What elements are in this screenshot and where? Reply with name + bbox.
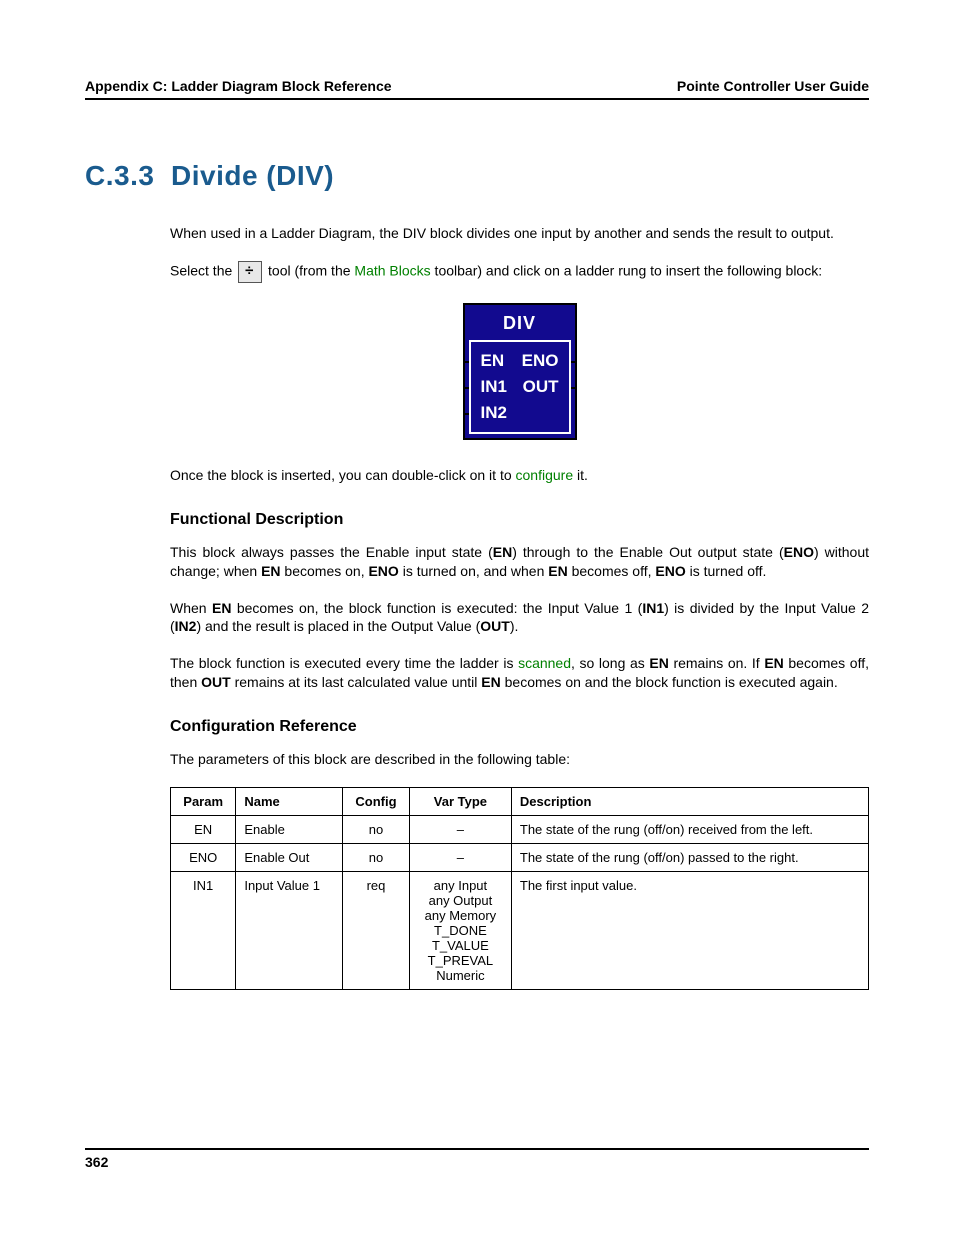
block-body: EN ENO IN1 OUT IN2: [469, 340, 571, 434]
cell-param: EN: [171, 816, 236, 844]
bold-in2: IN2: [175, 618, 197, 634]
bold-in1: IN1: [642, 600, 664, 616]
cell-desc: The state of the rung (off/on) received …: [511, 816, 868, 844]
bold-eno: ENO: [655, 563, 685, 579]
table-header-row: Param Name Config Var Type Description: [171, 788, 869, 816]
page-number: 362: [85, 1154, 108, 1170]
section-title: C.3.3 Divide (DIV): [85, 160, 869, 192]
table-row: ENOEnable Outno–The state of the rung (o…: [171, 844, 869, 872]
text: The block function is executed every tim…: [170, 655, 518, 671]
block-title: DIV: [469, 309, 571, 340]
config-intro: The parameters of this block are describ…: [170, 750, 869, 769]
pin-right-icon: [571, 387, 577, 389]
cell-desc: The first input value.: [511, 872, 868, 990]
cell-config: no: [343, 816, 410, 844]
text: ) through to the Enable Out output state…: [512, 544, 783, 560]
parameters-table: Param Name Config Var Type Description E…: [170, 787, 869, 990]
pin-label: OUT: [523, 377, 559, 397]
th-config: Config: [343, 788, 410, 816]
pin-left-icon: [463, 387, 469, 389]
text: When: [170, 600, 212, 616]
cell-vartype: –: [409, 844, 511, 872]
func-para-3: The block function is executed every tim…: [170, 654, 869, 692]
text: becomes on,: [281, 563, 369, 579]
bold-out: OUT: [201, 674, 231, 690]
configure-link[interactable]: configure: [516, 467, 574, 483]
th-name: Name: [236, 788, 343, 816]
text: it.: [573, 467, 588, 483]
text: toolbar) and click on a ladder rung to i…: [431, 263, 822, 279]
table-row: IN1Input Value 1reqany Inputany Outputan…: [171, 872, 869, 990]
block-row-1: EN ENO: [475, 348, 565, 374]
func-para-2: When EN becomes on, the block function i…: [170, 599, 869, 637]
pin-label: IN2: [481, 403, 507, 423]
text: is turned on, and when: [399, 563, 548, 579]
bold-en: EN: [649, 655, 668, 671]
block-row-2: IN1 OUT: [475, 374, 565, 400]
div-block-diagram: DIV EN ENO IN1 OUT: [170, 303, 869, 440]
header-right: Pointe Controller User Guide: [677, 78, 869, 94]
text: This block always passes the Enable inpu…: [170, 544, 493, 560]
page-footer: 362: [85, 1148, 869, 1170]
cell-name: Input Value 1: [236, 872, 343, 990]
section-number: C.3.3: [85, 160, 154, 191]
divide-tool-icon: [238, 261, 262, 283]
text: Select the: [170, 263, 236, 279]
table-row: ENEnableno–The state of the rung (off/on…: [171, 816, 869, 844]
text: remains on. If: [669, 655, 764, 671]
th-desc: Description: [511, 788, 868, 816]
block-outer: DIV EN ENO IN1 OUT: [463, 303, 577, 440]
text: ) and the result is placed in the Output…: [196, 618, 480, 634]
bold-en: EN: [261, 563, 280, 579]
cell-param: ENO: [171, 844, 236, 872]
bold-out: OUT: [480, 618, 510, 634]
text: becomes off,: [568, 563, 656, 579]
cell-desc: The state of the rung (off/on) passed to…: [511, 844, 868, 872]
section-name: Divide (DIV): [171, 160, 334, 191]
cell-config: req: [343, 872, 410, 990]
select-paragraph: Select the tool (from the Math Blocks to…: [170, 261, 869, 283]
th-param: Param: [171, 788, 236, 816]
bold-en: EN: [212, 600, 231, 616]
text: ).: [510, 618, 519, 634]
text: Once the block is inserted, you can doub…: [170, 467, 516, 483]
text: tool (from the: [264, 263, 354, 279]
cell-config: no: [343, 844, 410, 872]
bold-en: EN: [481, 674, 500, 690]
pin-right-icon: [571, 361, 577, 363]
bold-eno: ENO: [368, 563, 398, 579]
text: remains at its last calculated value unt…: [231, 674, 482, 690]
bold-en: EN: [493, 544, 512, 560]
pin-label: IN1: [481, 377, 507, 397]
text: , so long as: [571, 655, 649, 671]
page-header: Appendix C: Ladder Diagram Block Referen…: [85, 78, 869, 100]
configuration-reference-heading: Configuration Reference: [170, 718, 869, 736]
cell-param: IN1: [171, 872, 236, 990]
text: becomes on and the block function is exe…: [501, 674, 838, 690]
bold-en: EN: [548, 563, 567, 579]
pin-label: ENO: [522, 351, 559, 371]
intro-paragraph: When used in a Ladder Diagram, the DIV b…: [170, 224, 869, 243]
block-row-3: IN2: [475, 400, 565, 426]
scanned-link[interactable]: scanned: [518, 655, 571, 671]
pin-label: EN: [481, 351, 505, 371]
bold-eno: ENO: [784, 544, 814, 560]
th-vartype: Var Type: [409, 788, 511, 816]
cell-name: Enable: [236, 816, 343, 844]
pin-left-icon: [463, 413, 469, 415]
cell-vartype: any Inputany Outputany MemoryT_DONET_VAL…: [409, 872, 511, 990]
functional-description-heading: Functional Description: [170, 511, 869, 529]
func-para-1: This block always passes the Enable inpu…: [170, 543, 869, 581]
cell-vartype: –: [409, 816, 511, 844]
header-left: Appendix C: Ladder Diagram Block Referen…: [85, 78, 392, 94]
pin-left-icon: [463, 361, 469, 363]
after-block-paragraph: Once the block is inserted, you can doub…: [170, 466, 869, 485]
cell-name: Enable Out: [236, 844, 343, 872]
math-blocks-link[interactable]: Math Blocks: [354, 263, 430, 279]
bold-en: EN: [764, 655, 783, 671]
text: becomes on, the block function is execut…: [231, 600, 642, 616]
text: is turned off.: [686, 563, 767, 579]
